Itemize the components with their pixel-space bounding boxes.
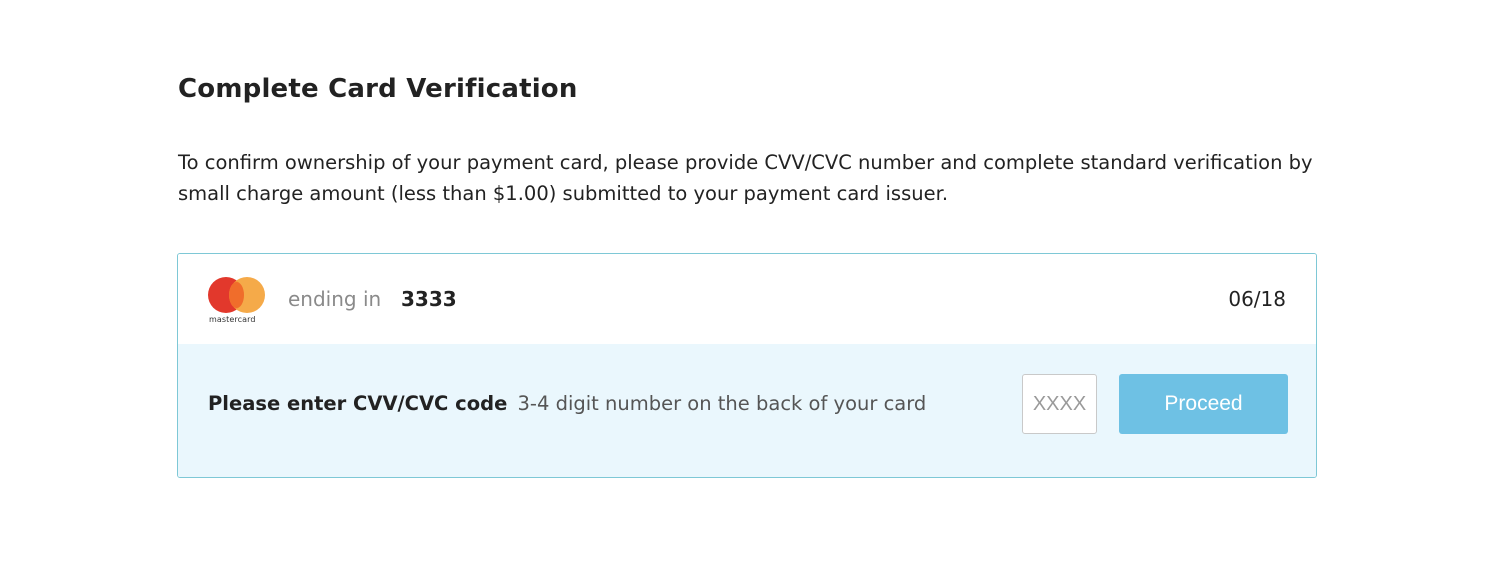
card-verification-page: Complete Card Verification To confirm ow…	[0, 0, 1500, 563]
mastercard-logo: mastercard	[207, 277, 267, 325]
cvv-hint: 3-4 digit number on the back of your car…	[517, 392, 927, 415]
cvv-prompt: Please enter CVV/CVC code 3-4 digit numb…	[208, 392, 926, 415]
card-expiry: 06/18	[1228, 287, 1286, 311]
cvv-label: Please enter CVV/CVC code	[208, 392, 508, 415]
page-title: Complete Card Verification	[178, 74, 578, 104]
cvv-input[interactable]	[1022, 374, 1097, 434]
mastercard-overlap	[229, 282, 244, 308]
verification-description: To confirm ownership of your payment car…	[178, 151, 1313, 205]
mastercard-wordmark: mastercard	[209, 315, 256, 324]
card-verification-panel: mastercard ending in 3333 06/18 Please e…	[177, 253, 1317, 478]
proceed-button[interactable]: Proceed	[1119, 374, 1288, 434]
card-ending-label: ending in	[288, 287, 382, 311]
card-last-four: 3333	[401, 287, 457, 311]
card-summary-row: mastercard ending in 3333 06/18	[178, 254, 1316, 344]
cvv-entry-row: Please enter CVV/CVC code 3-4 digit numb…	[178, 344, 1316, 477]
